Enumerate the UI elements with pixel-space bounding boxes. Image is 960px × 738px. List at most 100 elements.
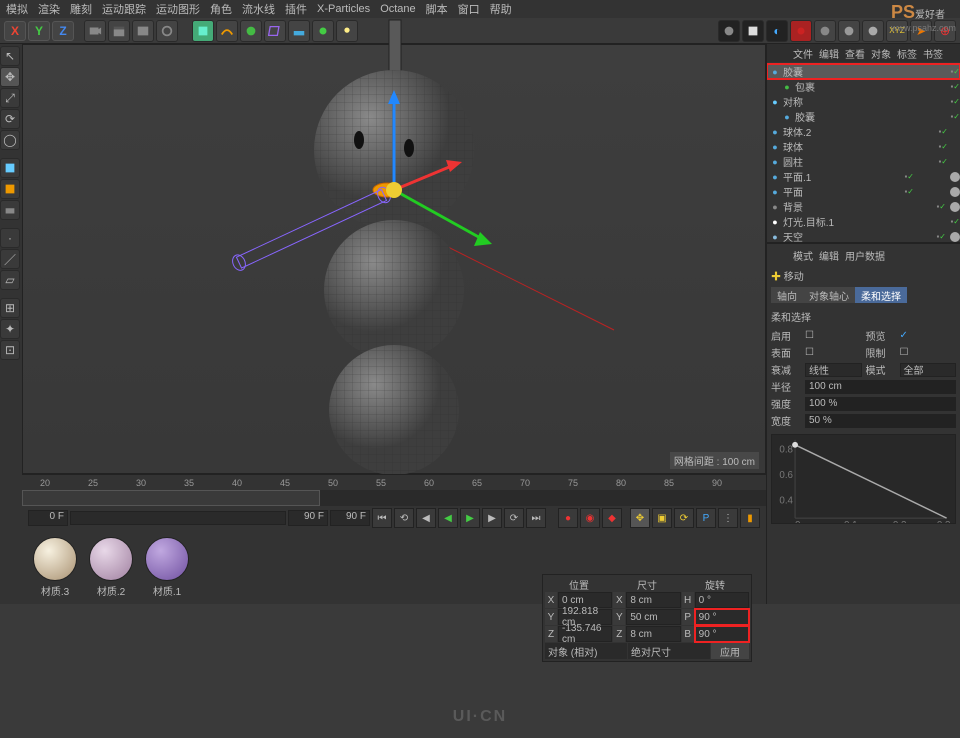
om-tab[interactable]: 书签 (923, 46, 943, 61)
lasso-icon[interactable]: ◯ (0, 130, 20, 150)
om-tab[interactable]: 标签 (897, 46, 917, 61)
render-region-icon[interactable] (742, 20, 764, 42)
attribute-manager: 模式 编辑 用户数据 ✚ 移动 轴向 对象轴心 柔和选择 柔和选择 启用☐ 预览… (767, 242, 960, 604)
sphere-c-icon[interactable] (862, 20, 884, 42)
om-tab[interactable]: 对象 (871, 46, 891, 61)
render-view-icon[interactable] (718, 20, 740, 42)
edge-mode-icon[interactable]: ／ (0, 249, 20, 269)
workplane-icon[interactable] (0, 200, 20, 220)
material-swatch[interactable]: 材质.1 (142, 537, 192, 598)
sphere-b-icon[interactable] (838, 20, 860, 42)
sub-tab-axis[interactable]: 轴向 (771, 287, 803, 303)
falloff-graph[interactable]: 0.8 0.6 0.4 0 0.1 0.2 0.3 (771, 434, 956, 524)
tick-label: 25 (88, 478, 98, 488)
attr-tab[interactable]: 用户数据 (845, 248, 885, 264)
ipr-icon[interactable]: ◐ (766, 20, 788, 42)
coord-obj-select[interactable]: 对象 (相对) (545, 643, 627, 659)
play-fwd-icon[interactable]: ▶ (460, 508, 480, 528)
start-frame-input[interactable]: 0 F (28, 510, 68, 526)
width-input[interactable]: 50 % (805, 414, 956, 428)
timeline-ruler[interactable]: 202530354045505560657075808590 (22, 474, 766, 490)
move-tool-icon[interactable]: ✥ (0, 67, 20, 87)
camera-icon[interactable] (84, 20, 106, 42)
tree-row[interactable]: ●胶囊▪✓ (767, 109, 960, 124)
prev-frame-icon[interactable]: ◀ (416, 508, 436, 528)
radius-input[interactable]: 100 cm (805, 380, 956, 394)
viewport[interactable]: 网格间距 : 100 cm (22, 44, 766, 474)
keyframe-sel-icon[interactable]: ◆ (602, 508, 622, 528)
sphere-a-icon[interactable] (814, 20, 836, 42)
object-tree[interactable]: ●胶囊▪✓●包裹▪✓●对称▪✓●胶囊▪✓●球体.2▪✓●球体▪✓●圆柱▪✓●平面… (767, 62, 960, 242)
locked-icon[interactable]: ⊡ (0, 340, 20, 360)
coordinate-manager: 位置 尺寸 旋转 X0 cmX8 cmH0 °Y192.818 cmY50 cm… (542, 574, 752, 662)
record-key-icon[interactable]: ● (558, 508, 578, 528)
scale-tool-icon[interactable]: ⤢ (0, 88, 20, 108)
poly-mode-icon[interactable]: ▱ (0, 270, 20, 290)
key-rot-icon[interactable]: ⟳ (674, 508, 694, 528)
om-tab[interactable]: 文件 (793, 46, 813, 61)
key-pos-icon[interactable]: ✥ (630, 508, 650, 528)
key-param-icon[interactable]: P (696, 508, 716, 528)
tree-row[interactable]: ●球体▪✓ (767, 139, 960, 154)
menu-item[interactable]: 雕刻 (70, 1, 92, 17)
tree-row[interactable]: ●胶囊▪✓ (767, 64, 960, 79)
end-frame-input[interactable]: 90 F (288, 510, 328, 526)
key-opts-icon[interactable]: ▮ (740, 508, 760, 528)
key-pla-icon[interactable]: ⋮ (718, 508, 738, 528)
autokey-icon[interactable]: ◉ (580, 508, 600, 528)
coord-apply-button[interactable]: 应用 (711, 643, 749, 659)
tick-label: 80 (616, 478, 626, 488)
rotate-tool-icon[interactable]: ⟳ (0, 109, 20, 129)
axis-x-button[interactable]: X (4, 21, 26, 41)
tick-label: 75 (568, 478, 578, 488)
record-icon[interactable] (790, 20, 812, 42)
live-select-icon[interactable]: ↖ (0, 46, 20, 66)
strength-input[interactable]: 100 % (805, 397, 956, 411)
tree-row[interactable]: ●包裹▪✓ (767, 79, 960, 94)
axis-y-button[interactable]: Y (28, 21, 50, 41)
step-fwd-icon[interactable]: ⟳ (504, 508, 524, 528)
tree-row[interactable]: ●球体.2▪✓ (767, 124, 960, 139)
tree-row[interactable]: ●背景▪✓ (767, 199, 960, 214)
mode-select[interactable]: 全部 (900, 363, 957, 377)
tree-row[interactable]: ●对称▪✓ (767, 94, 960, 109)
axis-z-button[interactable]: Z (52, 21, 74, 41)
point-mode-icon[interactable]: · (0, 228, 20, 248)
om-tab[interactable]: 查看 (845, 46, 865, 61)
clapboard-icon[interactable] (108, 20, 130, 42)
om-tab[interactable]: 编辑 (819, 46, 839, 61)
material-swatch[interactable]: 材质.3 (30, 537, 80, 598)
model-mode-icon[interactable] (0, 158, 20, 178)
tree-row[interactable]: ●天空▪✓ (767, 229, 960, 242)
sub-tab-pivot[interactable]: 对象轴心 (803, 287, 855, 303)
tree-row[interactable]: ●平面▪✓ (767, 184, 960, 199)
menu-item[interactable]: 运动跟踪 (102, 1, 146, 17)
coord-size-select[interactable]: 绝对尺寸 (628, 643, 710, 659)
texture-mode-icon[interactable] (0, 179, 20, 199)
grid-spacing-label: 网格间距 : 100 cm (670, 452, 759, 469)
timeline-scrollbar[interactable] (22, 490, 766, 506)
menu-item[interactable]: 渲染 (38, 1, 60, 17)
play-back-icon[interactable]: ◀ (438, 508, 458, 528)
tick-label: 35 (184, 478, 194, 488)
falloff-select[interactable]: 线性 (805, 363, 862, 377)
enable-axis-icon[interactable]: ⊞ (0, 298, 20, 318)
scroll-thumb[interactable] (22, 490, 320, 506)
key-scale-icon[interactable]: ▣ (652, 508, 672, 528)
current-frame-input[interactable]: 90 F (330, 510, 370, 526)
step-back-icon[interactable]: ⟲ (394, 508, 414, 528)
next-frame-icon[interactable]: ▶ (482, 508, 502, 528)
menu-item[interactable]: 模拟 (6, 1, 28, 17)
tree-row[interactable]: ●圆柱▪✓ (767, 154, 960, 169)
attr-tab[interactable]: 编辑 (819, 248, 839, 264)
tree-row[interactable]: ●平面.1▪✓ (767, 169, 960, 184)
attr-tab[interactable]: 模式 (793, 248, 813, 264)
goto-end-icon[interactable]: ⏭ (526, 508, 546, 528)
goto-start-icon[interactable]: ⏮ (372, 508, 392, 528)
sub-tab-soft[interactable]: 柔和选择 (855, 287, 907, 303)
right-panel: 文件 编辑 查看 对象 标签 书签 ●胶囊▪✓●包裹▪✓●对称▪✓●胶囊▪✓●球… (766, 44, 960, 604)
snap-icon[interactable]: ✦ (0, 319, 20, 339)
tree-row[interactable]: ●灯光.目标.1▪✓ (767, 214, 960, 229)
attr-label: 模式 (866, 362, 896, 377)
material-swatch[interactable]: 材质.2 (86, 537, 136, 598)
